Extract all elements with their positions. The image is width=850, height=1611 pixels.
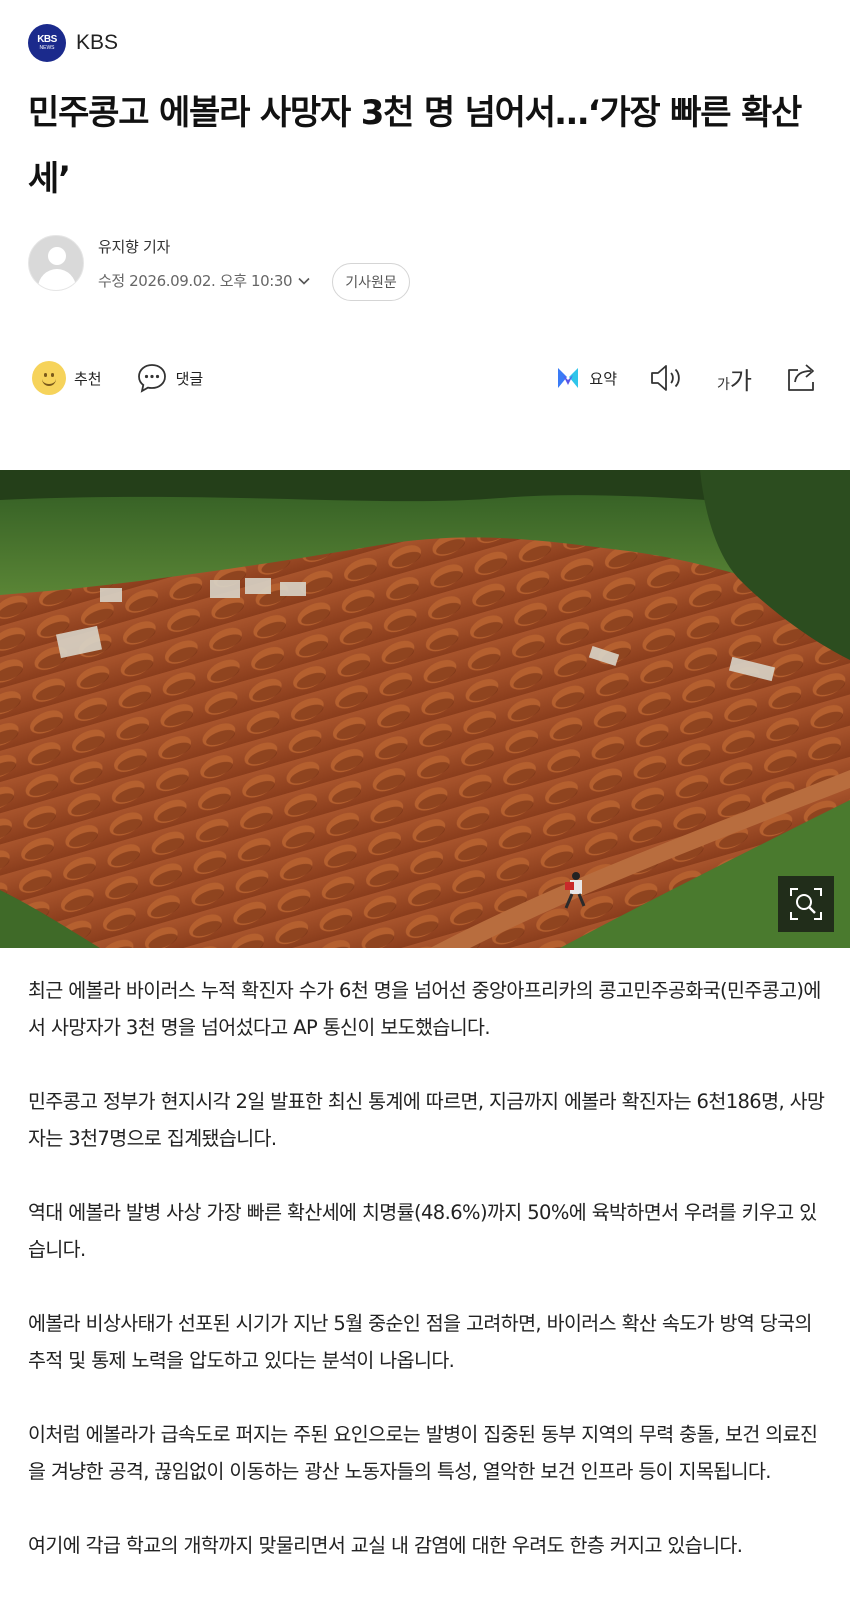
speaker-icon [651, 365, 680, 391]
summary-sparkle-icon [558, 368, 579, 388]
reporter-avatar[interactable] [28, 235, 84, 291]
article-body: 최근 에볼라 바이러스 누적 확진자 수가 6천 명을 넘어선 중앙아프리카의 … [28, 972, 828, 1601]
zoom-image-button[interactable] [778, 876, 834, 932]
body-paragraph: 역대 에볼라 발병 사상 가장 빠른 확산세에 치명률(48.6%)까지 50%… [28, 1201, 817, 1261]
chevron-down-icon [298, 277, 310, 285]
body-paragraph: 여기에 각급 학교의 개학까지 맞물리면서 교실 내 감염에 대한 우려도 한층… [28, 1534, 743, 1557]
font-size-icon: 가가 [717, 366, 752, 395]
press-header: KBS NEWS KBS [28, 24, 118, 62]
kbs-logo[interactable]: KBS NEWS [28, 24, 66, 62]
comment-label: 댓글 [175, 369, 204, 388]
tools-toolbar: 요약 가가 [555, 358, 820, 398]
body-paragraph: 민주콩고 정부가 현지시각 2일 발표한 최신 통계에 따르면, 지금까지 에볼… [28, 1090, 825, 1150]
original-article-button[interactable]: 기사원문 [332, 263, 410, 301]
summary-label: 요약 [589, 369, 618, 388]
press-name[interactable]: KBS [76, 31, 118, 55]
zoom-search-icon [790, 888, 822, 920]
text-to-speech-button[interactable] [649, 362, 685, 394]
reporter-name[interactable]: 유지향 기자 [98, 236, 170, 257]
body-paragraph: 최근 에볼라 바이러스 누적 확진자 수가 6천 명을 넘어선 중앙아프리카의 … [28, 979, 821, 1039]
comment-bubble-icon [137, 364, 166, 393]
body-paragraph: 이처럼 에볼라가 급속도로 퍼지는 주된 요인으로는 발병이 집중된 동부 지역… [28, 1423, 818, 1483]
body-paragraph: 에볼라 비상사태가 선포된 시기가 지난 5월 중순인 점을 고려하면, 바이러… [28, 1312, 812, 1372]
article-photo[interactable] [0, 470, 850, 948]
article-title: 민주콩고 에볼라 사망자 3천 명 넘어서…‘가장 빠른 확산세’ [28, 93, 802, 199]
comment-button[interactable]: 댓글 [136, 362, 204, 394]
recommend-button[interactable]: 추천 [32, 361, 102, 395]
recommend-label: 추천 [74, 369, 102, 388]
smiley-icon [32, 361, 66, 395]
share-icon [788, 364, 814, 391]
font-size-button[interactable]: 가가 [717, 361, 752, 396]
share-button[interactable] [784, 362, 820, 394]
cemetery-photo [0, 470, 850, 948]
article-dateline[interactable]: 수정 2026.09.02. 오후 10:30 [98, 270, 310, 291]
dateline-text: 수정 2026.09.02. 오후 10:30 [98, 272, 293, 290]
reaction-toolbar: 추천 댓글 [32, 360, 203, 396]
summary-button[interactable]: 요약 [555, 365, 617, 391]
